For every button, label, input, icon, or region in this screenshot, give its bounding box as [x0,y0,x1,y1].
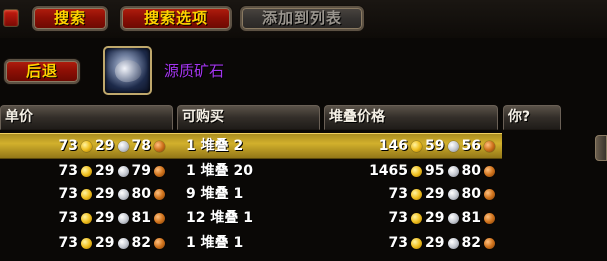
ore-icon[interactable] [103,46,152,95]
silver-coin-icon [117,212,129,224]
stack-price: 73 29 82 [328,230,498,256]
gold-coin-icon [81,165,93,177]
quantity-cell: 9 堆叠 1 [186,181,243,207]
stack-word: 堆叠 [200,235,229,251]
search-button[interactable]: 搜索 [32,6,108,31]
stack-word: 堆叠 [210,210,239,226]
silver-amount: 29 [95,210,115,226]
unit-price: 73 29 78 [8,133,168,159]
silver-coin-icon [447,165,459,177]
column-header-buyable[interactable]: 可购买 [177,105,320,130]
copper-coin-icon [484,165,495,177]
copper-amount: 81 [131,210,151,226]
gold-coin-icon [81,212,93,224]
quantity: 9 [186,186,196,202]
copper-coin-icon [154,212,165,224]
silver-amount: 59 [425,138,445,154]
gold-coin-icon [411,188,423,200]
copper-coin-icon [484,212,495,224]
copper-amount: 80 [461,186,481,202]
search-options-button[interactable]: 搜索选项 [120,6,232,31]
silver-coin-icon [117,165,129,177]
stack-price: 146 59 56 [328,133,498,159]
copper-coin-icon [154,140,165,152]
table-row[interactable]: 73 29 78 1 堆叠 2 146 59 56 [0,133,502,159]
silver-amount: 29 [95,235,115,251]
quantity-cell: 12 堆叠 1 [186,205,253,231]
gold-amount: 73 [388,186,409,202]
stack-word: 堆叠 [200,163,229,179]
quantity: 1 [186,163,196,179]
table-row[interactable]: 73 29 80 9 堆叠 1 73 29 80 [0,181,502,207]
copper-coin-icon [484,237,495,249]
gold-amount: 73 [58,235,79,251]
gold-amount: 73 [58,138,79,154]
copper-coin-icon [154,188,165,200]
copper-coin-icon [484,140,495,152]
gold-coin-icon [411,237,423,249]
stack-size: 2 [233,138,244,154]
gold-coin-icon [411,212,423,224]
copper-coin-icon [484,188,495,200]
gold-coin-icon [411,165,423,177]
gold-coin-icon [81,188,93,200]
column-header-stack-price[interactable]: 堆叠价格 [324,105,498,130]
gold-amount: 73 [388,235,409,251]
gold-amount: 73 [58,186,79,202]
silver-coin-icon [117,188,129,200]
gold-coin-icon [81,140,93,152]
close-icon[interactable] [3,9,19,27]
silver-coin-icon [447,237,459,249]
column-header-unit-price[interactable]: 单价 [0,105,173,130]
stack-price: 73 29 80 [328,181,498,207]
gold-coin-icon [81,237,93,249]
gold-amount: 73 [388,210,409,226]
silver-amount: 29 [425,235,445,251]
copper-coin-icon [154,237,165,249]
back-button[interactable]: 后退 [4,59,80,84]
stack-size: 1 [233,186,244,202]
silver-coin-icon [447,140,459,152]
copper-amount: 80 [131,186,151,202]
silver-amount: 29 [425,186,445,202]
stack-size: 1 [233,235,244,251]
table-row[interactable]: 73 29 82 1 堆叠 1 73 29 82 [0,230,502,256]
copper-coin-icon [154,165,165,177]
quantity: 1 [186,138,196,154]
table-row[interactable]: 73 29 81 12 堆叠 1 73 29 81 [0,205,502,231]
stack-size: 20 [233,163,253,179]
copper-amount: 56 [461,138,481,154]
quantity-cell: 1 堆叠 1 [186,230,243,256]
stack-word: 堆叠 [200,138,229,154]
unit-price: 73 29 81 [8,205,168,231]
silver-amount: 29 [95,138,115,154]
quantity: 1 [186,235,196,251]
copper-amount: 78 [131,138,151,154]
silver-coin-icon [117,140,129,152]
copper-amount: 81 [461,210,481,226]
stack-size: 1 [243,210,253,226]
column-header-yours[interactable]: 你? [503,105,561,130]
item-name: 源质矿石 [164,62,225,80]
stack-word: 堆叠 [200,186,229,202]
unit-price: 73 29 80 [8,181,168,207]
stack-price: 73 29 81 [328,205,498,231]
add-to-list-button[interactable]: 添加到列表 [240,6,364,31]
silver-amount: 29 [95,186,115,202]
copper-amount: 82 [461,235,481,251]
gold-amount: 146 [378,138,409,154]
copper-amount: 82 [131,235,151,251]
gold-amount: 73 [58,210,79,226]
gold-coin-icon [411,140,423,152]
silver-coin-icon [447,212,459,224]
silver-coin-icon [117,237,129,249]
scrollbar[interactable] [595,135,607,161]
unit-price: 73 29 82 [8,230,168,256]
quantity: 12 [186,210,206,226]
silver-coin-icon [447,188,459,200]
quantity-cell: 1 堆叠 2 [186,133,243,159]
silver-amount: 29 [425,210,445,226]
